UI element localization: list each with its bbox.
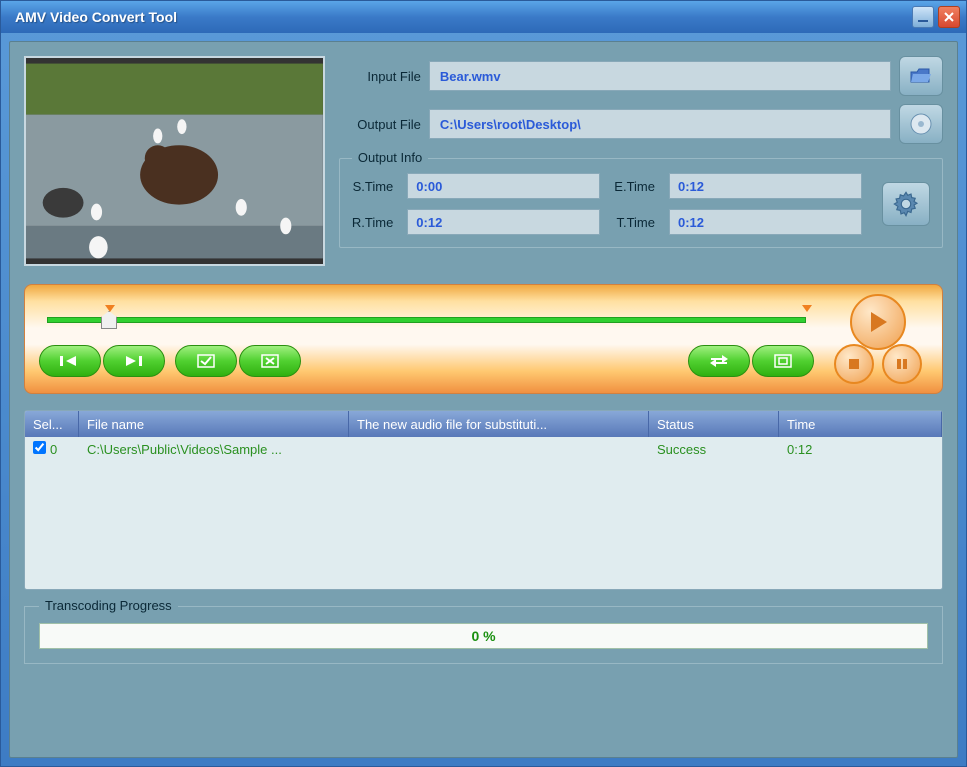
titlebar: AMV Video Convert Tool [1, 1, 966, 33]
row-checkbox[interactable] [33, 441, 46, 454]
output-file-field[interactable] [429, 109, 891, 139]
folder-open-icon [909, 66, 933, 86]
col-select[interactable]: Sel... [25, 411, 79, 437]
row-time: 0:12 [779, 442, 942, 457]
check-box-icon [197, 354, 215, 368]
fullscreen-button[interactable] [752, 345, 814, 377]
output-file-label: Output File [339, 117, 421, 132]
disc-icon [909, 112, 933, 136]
seek-track[interactable] [39, 301, 814, 335]
output-info-group: Output Info S.Time E.Time R.Time T.Time [339, 158, 943, 248]
row-status: Success [649, 442, 779, 457]
pause-button[interactable] [882, 344, 922, 384]
input-file-field[interactable] [429, 61, 891, 91]
player-bar [24, 284, 943, 394]
t-time-field[interactable] [669, 209, 862, 235]
preview-thumbnail [26, 58, 323, 264]
input-file-label: Input File [339, 69, 421, 84]
mark-out-icon [122, 354, 146, 368]
mark-in-button[interactable] [39, 345, 101, 377]
progress-text: 0 % [471, 628, 495, 644]
row-index: 0 [50, 442, 57, 457]
seek-thumb[interactable] [101, 311, 117, 329]
app-window: AMV Video Convert Tool [0, 0, 967, 767]
minimize-button[interactable] [912, 6, 934, 28]
file-table: Sel... File name The new audio file for … [24, 410, 943, 590]
col-filename[interactable]: File name [79, 411, 349, 437]
e-time-field[interactable] [669, 173, 862, 199]
settings-button[interactable] [882, 182, 930, 226]
fullscreen-icon [774, 354, 792, 368]
t-time-label: T.Time [614, 215, 655, 230]
progress-bar: 0 % [39, 623, 928, 649]
r-time-label: R.Time [352, 215, 393, 230]
mark-in-icon [58, 354, 82, 368]
play-icon [867, 310, 889, 334]
output-info-legend: Output Info [352, 150, 428, 165]
mark-end-icon [802, 305, 812, 312]
table-row[interactable]: 0 C:\Users\Public\Videos\Sample ... Succes… [25, 437, 942, 461]
progress-legend: Transcoding Progress [39, 598, 178, 613]
client-area: Input File Output File [9, 41, 958, 758]
close-icon [943, 11, 955, 23]
minimize-icon [917, 11, 929, 23]
close-button[interactable] [938, 6, 960, 28]
mark-start-icon [105, 305, 115, 312]
r-time-field[interactable] [407, 209, 600, 235]
browse-input-button[interactable] [899, 56, 943, 96]
s-time-label: S.Time [352, 179, 393, 194]
col-time[interactable]: Time [779, 411, 942, 437]
stop-button[interactable] [834, 344, 874, 384]
table-body: 0 C:\Users\Public\Videos\Sample ... Succes… [25, 437, 942, 589]
pause-icon [895, 357, 909, 371]
progress-group: Transcoding Progress 0 % [24, 606, 943, 664]
convert-button[interactable] [688, 345, 750, 377]
confirm-button[interactable] [175, 345, 237, 377]
gear-icon [892, 190, 920, 218]
table-header: Sel... File name The new audio file for … [25, 411, 942, 437]
video-preview [24, 56, 325, 266]
stop-icon [847, 357, 861, 371]
col-audio[interactable]: The new audio file for substituti... [349, 411, 649, 437]
mark-out-button[interactable] [103, 345, 165, 377]
col-status[interactable]: Status [649, 411, 779, 437]
window-title: AMV Video Convert Tool [15, 9, 908, 25]
row-filename: C:\Users\Public\Videos\Sample ... [79, 442, 349, 457]
play-button[interactable] [850, 294, 906, 350]
convert-icon [708, 353, 730, 369]
s-time-field[interactable] [407, 173, 600, 199]
e-time-label: E.Time [614, 179, 655, 194]
browse-output-button[interactable] [899, 104, 943, 144]
cancel-box-icon [261, 354, 279, 368]
playback-controls [828, 294, 928, 384]
cancel-button[interactable] [239, 345, 301, 377]
